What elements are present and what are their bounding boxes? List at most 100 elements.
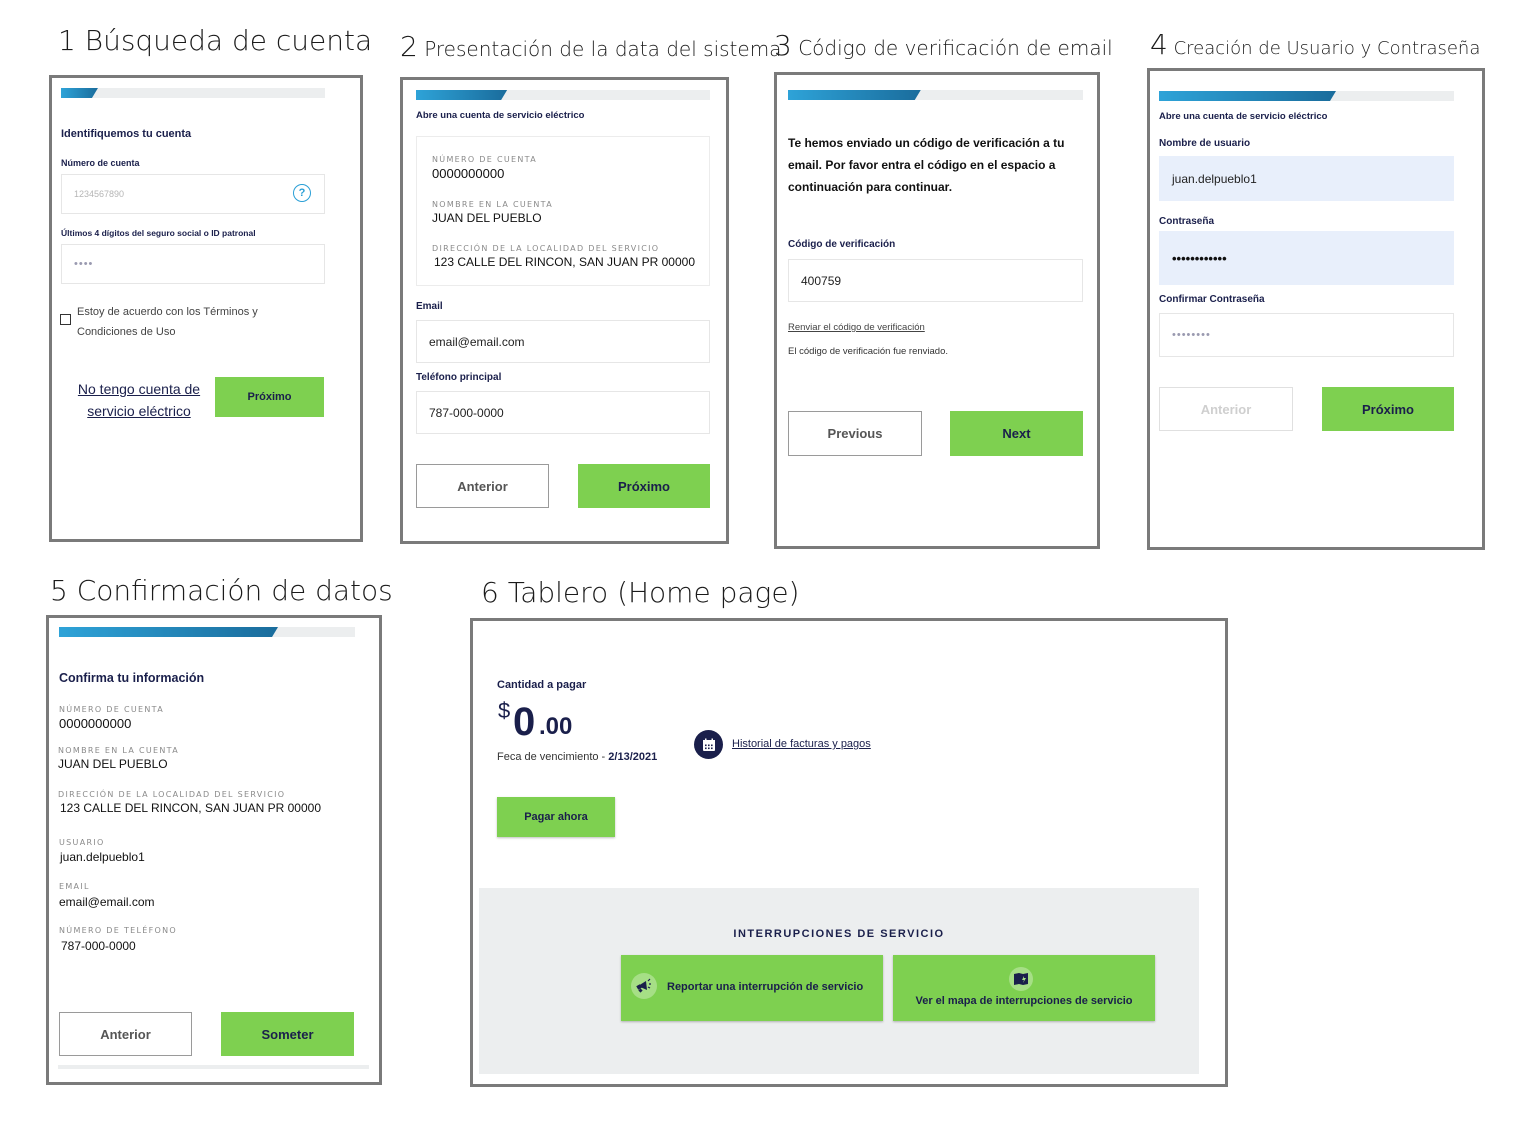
amount-due-label: Cantidad a pagar [497, 679, 587, 691]
username-label: USUARIO [59, 838, 105, 847]
progress-fill [1159, 91, 1336, 101]
no-account-link[interactable]: No tengo cuenta de servicio eléctrico [64, 378, 214, 422]
next-button[interactable]: Next [950, 411, 1083, 456]
password-value: •••••••••••• [1172, 250, 1227, 266]
terms-checkbox[interactable] [60, 314, 71, 325]
step-5-title: 5 Confirmación de datos [50, 574, 393, 607]
progress-fill [61, 88, 98, 98]
account-number-label: NÚMERO DE CUENTA [59, 705, 164, 714]
amount-decimal: .00 [539, 713, 573, 740]
data-confirmation-panel: Confirma tu información NÚMERO DE CUENTA… [46, 615, 382, 1085]
map-icon [1009, 967, 1033, 991]
verification-code-value: 400759 [801, 273, 842, 288]
progress-bar [1159, 91, 1454, 101]
password-input[interactable]: •••••••••••• [1159, 231, 1454, 285]
phone-value: 787-000-0000 [61, 939, 136, 953]
phone-value: 787-000-0000 [429, 405, 504, 420]
ssn-label: Últimos 4 dígitos del seguro social o ID… [61, 228, 256, 238]
email-label: EMAIL [59, 882, 90, 891]
username-input[interactable]: juan.delpueblo1 [1159, 156, 1454, 201]
resend-code-link[interactable]: Renviar el código de verificación [788, 322, 925, 333]
account-number-label: Número de cuenta [61, 158, 140, 168]
confirm-password-label: Confirmar Contraseña [1159, 294, 1265, 305]
account-number-placeholder: 1234567890 [74, 189, 125, 199]
account-number-input[interactable]: 1234567890 [61, 174, 325, 214]
next-button[interactable]: Próximo [215, 377, 324, 417]
billing-history-link[interactable]: Historial de facturas y pagos [732, 738, 871, 750]
confirm-password-input[interactable]: •••••••• [1159, 313, 1454, 357]
account-summary-card: NÚMERO DE CUENTA 0000000000 NOMBRE EN LA… [416, 136, 710, 286]
account-search-panel: Identifiquemos tu cuenta Número de cuent… [49, 75, 363, 542]
amount-integer: 0 [513, 700, 536, 744]
progress-fill [59, 627, 278, 637]
password-label: Contraseña [1159, 216, 1215, 227]
phone-label: Teléfono principal [416, 372, 502, 383]
currency-symbol: $ [498, 698, 511, 723]
megaphone-icon [631, 973, 657, 999]
service-address-label: DIRECCIÓN DE LA LOCALIDAD DEL SERVICIO [58, 790, 286, 799]
service-address-value: 123 CALLE DEL RINCON, SAN JUAN PR 00000 [434, 255, 695, 269]
service-outages-section: INTERRUPCIONES DE SERVICIO Reportar una … [479, 888, 1199, 1074]
previous-button[interactable]: Anterior [1159, 387, 1293, 431]
form-heading: Confirma tu información [59, 671, 205, 685]
form-subtitle: Abre una cuenta de servicio eléctrico [416, 110, 585, 121]
account-name-label: NOMBRE EN LA CUENTA [432, 200, 553, 209]
account-number-value: 0000000000 [59, 716, 132, 731]
step-2-title: 2 Presentación de la data del sistema [400, 30, 782, 63]
email-input[interactable]: email@email.com [416, 320, 710, 363]
progress-bar [416, 90, 710, 100]
email-verification-panel: Te hemos enviado un código de verificaci… [774, 72, 1100, 549]
ssn-input[interactable]: •••• [61, 244, 325, 284]
step-6-title: 6 Tablero (Home page) [481, 576, 800, 609]
service-address-label: DIRECCIÓN DE LA LOCALIDAD DEL SERVICIO [432, 244, 660, 253]
progress-fill [788, 90, 921, 100]
service-address-value: 123 CALLE DEL RINCON, SAN JUAN PR 00000 [60, 801, 321, 815]
account-number-label: NÚMERO DE CUENTA [432, 155, 537, 164]
help-icon[interactable]: ? [293, 184, 311, 202]
ssn-value: •••• [74, 258, 94, 270]
report-outage-button[interactable]: Reportar una interrupción de servicio [621, 955, 883, 1021]
dashboard-panel: Cantidad a pagar $ 0 .00 Feca de vencimi… [470, 618, 1228, 1087]
next-button[interactable]: Próximo [1322, 387, 1454, 431]
email-label: Email [416, 301, 443, 312]
previous-button[interactable]: Anterior [416, 464, 549, 508]
user-creation-panel: Abre una cuenta de servicio eléctrico No… [1147, 68, 1485, 550]
report-outage-label: Reportar una interrupción de servicio [667, 981, 864, 993]
outages-heading: INTERRUPCIONES DE SERVICIO [733, 928, 945, 940]
verification-code-input[interactable]: 400759 [788, 259, 1083, 302]
next-button[interactable]: Próximo [578, 464, 710, 508]
phone-input[interactable]: 787-000-0000 [416, 391, 710, 434]
step-4-title: 4 Creación de Usuario y Contraseña [1150, 28, 1481, 61]
account-number-value: 0000000000 [432, 166, 505, 181]
phone-label: NÚMERO DE TELÉFONO [59, 926, 177, 935]
outage-map-button[interactable]: Ver el mapa de interrupciones de servici… [893, 955, 1155, 1021]
verification-message: Te hemos enviado un código de verificaci… [788, 136, 1065, 194]
progress-bar [61, 88, 325, 98]
username-label: Nombre de usuario [1159, 138, 1251, 149]
step-3-title: 3 Código de verificación de email [774, 29, 1113, 62]
divider [58, 1065, 369, 1069]
previous-button[interactable]: Previous [788, 411, 922, 456]
submit-button[interactable]: Someter [221, 1012, 354, 1056]
form-heading: Identifiquemos tu cuenta [61, 128, 192, 140]
verification-code-label: Código de verificación [788, 239, 896, 250]
progress-bar [788, 90, 1083, 100]
confirm-password-value: •••••••• [1172, 329, 1211, 341]
username-value: juan.delpueblo1 [60, 850, 145, 864]
form-subtitle: Abre una cuenta de servicio eléctrico [1159, 111, 1328, 122]
previous-button[interactable]: Anterior [59, 1012, 192, 1056]
terms-label: Estoy de acuerdo con los Términos y Cond… [77, 306, 258, 338]
account-name-label: NOMBRE EN LA CUENTA [58, 746, 179, 755]
pay-now-button[interactable]: Pagar ahora [497, 797, 615, 837]
due-date-text: Feca de vencimiento - 2/13/2021 [497, 751, 658, 763]
account-name-value: JUAN DEL PUEBLO [58, 757, 168, 771]
calendar-icon [694, 730, 723, 759]
outage-map-label: Ver el mapa de interrupciones de servici… [915, 995, 1133, 1007]
progress-bar [59, 627, 355, 637]
username-value: juan.delpueblo1 [1172, 171, 1257, 186]
email-value: email@email.com [59, 895, 155, 909]
progress-fill [416, 90, 507, 100]
system-data-panel: Abre una cuenta de servicio eléctrico NÚ… [400, 77, 729, 544]
email-value: email@email.com [429, 334, 525, 349]
resend-status: El código de verificación fue renviado. [788, 346, 949, 357]
